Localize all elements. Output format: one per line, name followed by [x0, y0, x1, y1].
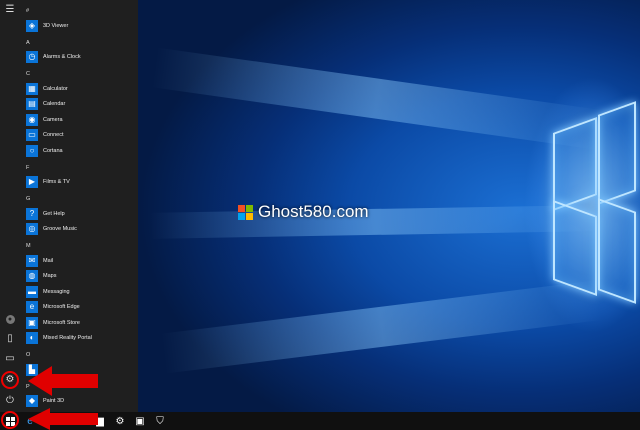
list-item[interactable]: ◎ Groove Music	[26, 223, 77, 236]
window-pane	[553, 199, 597, 297]
app-label: Mixed Reality Portal	[43, 335, 92, 341]
app-label: Connect	[43, 132, 64, 138]
app-label: Groove Music	[43, 226, 77, 232]
message-icon: ▬	[26, 285, 38, 298]
settings-taskbar-button[interactable]: ⚙	[110, 412, 130, 430]
light-beam	[149, 205, 601, 239]
start-rail: ☰ ● ▯ ▭ ⚙ ⏻	[0, 0, 20, 412]
list-item[interactable]: ○ Cortana	[26, 144, 63, 157]
app-label: Films & TV	[43, 179, 70, 185]
clock-icon: ◷	[26, 51, 38, 63]
map-icon: ◍	[26, 270, 38, 282]
mail-icon: ✉	[26, 254, 38, 267]
group-header-m[interactable]: M	[26, 243, 31, 249]
app-label: Microsoft Store	[43, 319, 80, 326]
group-header-a[interactable]: A	[26, 40, 30, 46]
document-icon[interactable]: ▯	[3, 332, 17, 346]
list-item[interactable]: ◆ Paint 3D	[26, 395, 64, 408]
mixed-reality-icon: ◐	[26, 332, 38, 344]
group-header-o[interactable]: O	[26, 352, 30, 358]
windows-logo-icon	[238, 204, 253, 220]
list-item[interactable]: ▦ Calculator	[26, 82, 68, 95]
calculator-icon: ▦	[26, 82, 38, 95]
app-label: Calendar	[43, 101, 66, 107]
app-label: Mail	[43, 257, 54, 264]
app-label: Get Help	[43, 210, 65, 217]
store-taskbar-button[interactable]: ▣	[130, 412, 150, 430]
store-icon: ▣	[135, 415, 145, 427]
shield-icon: ⛉	[156, 415, 164, 427]
list-item[interactable]: ◐ Mixed Reality Portal	[26, 332, 92, 345]
list-item[interactable]: ◉ Camera	[26, 113, 63, 126]
window-pane	[598, 198, 636, 304]
list-item[interactable]: ▭ Connect	[26, 129, 64, 142]
paint3d-icon: ◆	[26, 395, 38, 407]
list-item[interactable]: ▶ Films & TV	[26, 176, 70, 189]
light-beam	[160, 280, 603, 374]
list-item[interactable]: e Microsoft Edge	[26, 301, 80, 314]
window-pane	[598, 101, 636, 205]
app-label: Cortana	[43, 147, 63, 154]
light-beam	[151, 47, 603, 150]
app-label: Microsoft Edge	[43, 304, 80, 310]
watermark: Ghost580.com	[238, 202, 369, 222]
start-menu: ☰ ● ▯ ▭ ⚙ ⏻ # ◈ 3D Viewer A ◷ Alarms & Clock C…	[0, 0, 138, 412]
app-label: Alarms & Clock	[43, 54, 81, 60]
list-item[interactable]: ▣ Microsoft Store	[26, 316, 80, 329]
highlight-circle	[1, 411, 19, 429]
app-label: Paint 3D	[43, 398, 65, 404]
app-label: Messaging	[43, 288, 70, 295]
annotation-arrow	[28, 366, 98, 396]
list-item[interactable]: ◍ Maps	[26, 270, 56, 283]
connect-icon: ▭	[26, 129, 38, 141]
group-header-c[interactable]: C	[26, 71, 30, 77]
help-icon: ?	[26, 207, 38, 220]
gear-icon: ⚙	[115, 415, 125, 427]
watermark-text: Ghost580.com	[258, 202, 369, 221]
security-taskbar-button[interactable]: ⛉	[150, 412, 170, 430]
list-item[interactable]: ◈ 3D Viewer	[26, 19, 68, 32]
film-icon: ▶	[26, 176, 38, 188]
power-icon[interactable]: ⏻	[3, 394, 17, 408]
list-item[interactable]: ✉ Mail	[26, 254, 53, 267]
store-icon: ▣	[26, 316, 38, 329]
app-label: 3D Viewer	[43, 22, 69, 29]
group-header-hash[interactable]: #	[26, 8, 29, 14]
app-label: Camera	[43, 116, 63, 123]
pictures-icon[interactable]: ▭	[3, 352, 17, 366]
group-header-f[interactable]: F	[26, 165, 29, 171]
app-label: Maps	[43, 273, 57, 279]
list-item[interactable]: ? Get Help	[26, 207, 65, 220]
camera-icon: ◉	[26, 113, 38, 126]
edge-icon: e	[26, 301, 38, 313]
list-item[interactable]: ◷ Alarms & Clock	[26, 51, 81, 64]
annotation-arrow	[28, 408, 98, 430]
music-icon: ◎	[26, 223, 38, 235]
cortana-icon: ○	[26, 144, 38, 157]
app-list[interactable]: # ◈ 3D Viewer A ◷ Alarms & Clock C ▦ Calculator ▤…	[20, 0, 138, 412]
cube-icon: ◈	[26, 19, 38, 32]
window-pane	[553, 116, 597, 212]
list-item[interactable]: ▬ Messaging	[26, 285, 70, 298]
app-label: Calculator	[43, 85, 68, 92]
hamburger-icon[interactable]: ☰	[3, 3, 17, 17]
calendar-icon: ▤	[26, 98, 38, 110]
group-header-g[interactable]: G	[26, 196, 30, 202]
highlight-circle	[1, 371, 19, 389]
user-icon[interactable]: ●	[3, 312, 17, 326]
list-item[interactable]: ▤ Calendar	[26, 98, 65, 111]
